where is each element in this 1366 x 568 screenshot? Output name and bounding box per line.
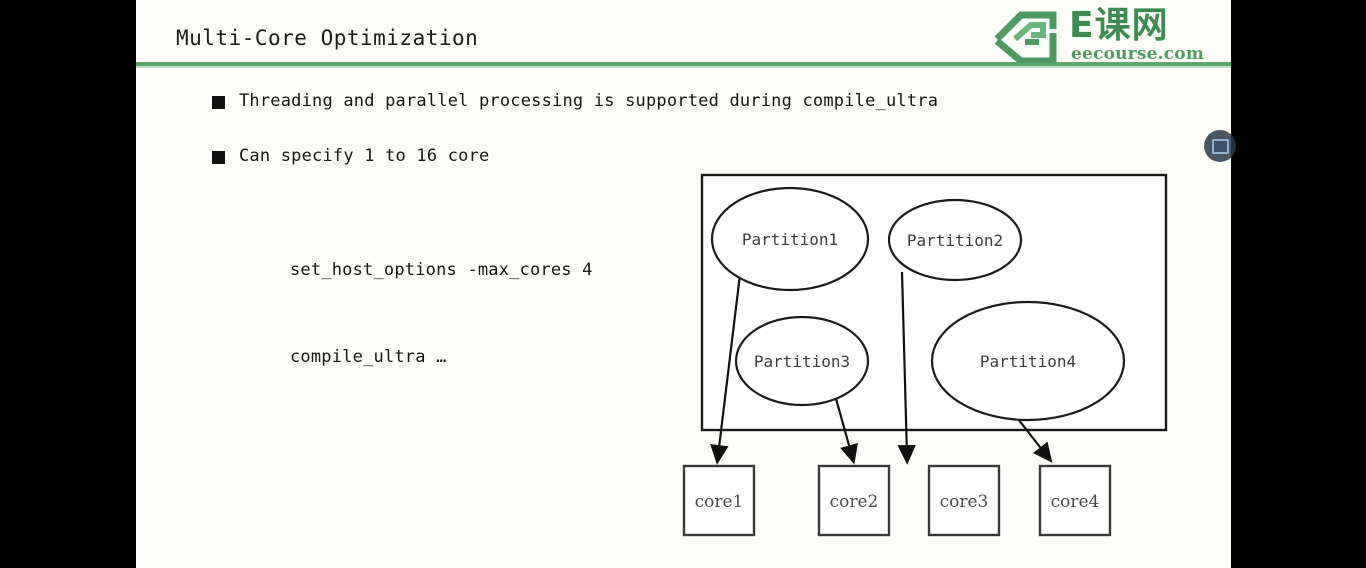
code-line-1: set_host_options -max_cores 4 [290,260,593,280]
slide-screen: Multi-Core Optimization E课网 eecourse.com… [0,0,1366,568]
core4-label: core4 [1051,492,1100,512]
bullet-item-2: Can specify 1 to 16 core [212,146,489,166]
video-player-badge-glyph [1211,138,1229,154]
partition2-label: Partition2 [907,231,1003,250]
logo-text: E课网 eecourse.com [1069,5,1219,65]
slide-canvas: Multi-Core Optimization E课网 eecourse.com… [136,0,1236,568]
code-line-2: compile_ultra … [290,347,447,367]
bullet-item-2-label: Can specify 1 to 16 core [239,146,490,166]
letterbox-bar-left [0,0,136,568]
partition1-label: Partition1 [742,230,838,249]
partition4-label: Partition4 [980,352,1076,371]
brand-logo: E课网 eecourse.com [991,5,1219,65]
partition3-label: Partition3 [754,352,850,371]
core1-label: core1 [695,492,744,512]
title-divider-shadow [136,66,1231,68]
letterbox-bar-right [1231,0,1366,568]
page-title: Multi-Core Optimization [176,26,479,50]
logo-domain: eecourse.com [1071,44,1205,64]
core2-label: core2 [830,492,879,512]
bullet-item-1-label: Threading and parallel processing is sup… [239,91,939,111]
code-snippet: set_host_options -max_cores 4 compile_ul… [290,198,593,430]
video-player-badge-icon[interactable] [1204,130,1236,162]
eecourse-diamond-logo-mark [991,9,1065,65]
partition-core-diagram: Partition1 Partition2 Partition3 Partiti… [656,160,1216,550]
core3-label: core3 [940,492,989,512]
logo-brand-cn: E课网 [1069,5,1169,46]
bullet-item-1: Threading and parallel processing is sup… [212,91,938,111]
square-bullet-icon [212,151,225,164]
square-bullet-icon [212,96,225,109]
